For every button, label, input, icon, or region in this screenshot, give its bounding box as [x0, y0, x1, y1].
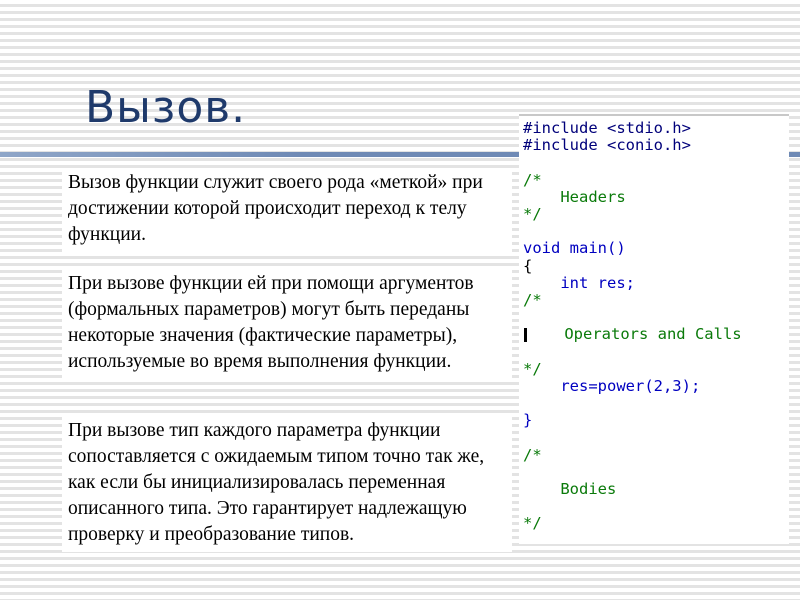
slide-title: Вызов. — [85, 82, 247, 133]
code-line-blank-3 — [523, 309, 789, 326]
paragraph-arguments: При вызове функции ей при помощи аргумен… — [68, 273, 474, 372]
code-line-brace-close: } — [523, 412, 789, 429]
text-box-type-check: При вызове тип каждого параметра функции… — [62, 416, 512, 552]
code-line-include-stdio: #include <stdio.h> — [523, 119, 789, 137]
code-comment-open-2: /* — [523, 290, 542, 309]
code-int-res: int res; — [523, 273, 635, 292]
code-comment-open-3: /* — [523, 445, 542, 464]
code-brace-close: } — [523, 411, 533, 430]
code-line-blank-1 — [523, 154, 789, 171]
code-line-comment-close-2: */ — [523, 359, 789, 378]
paragraph-call-label: Вызов функции служит своего рода «меткой… — [68, 172, 483, 245]
code-include-conio: #include <conio.h> — [523, 136, 691, 155]
code-res-power: res=power(2,3); — [523, 376, 701, 395]
code-headers: Headers — [523, 187, 626, 206]
code-line-comment-open-3: /* — [523, 445, 789, 464]
code-line-operators-calls: Operators and Calls — [523, 326, 789, 343]
text-box-call-label: Вызов функции служит своего рода «меткой… — [62, 168, 512, 252]
code-line-int-res: int res; — [523, 273, 789, 292]
code-comment-close-3: */ — [523, 514, 542, 533]
code-line-res-power: res=power(2,3); — [523, 376, 789, 395]
code-comment-close-2: */ — [523, 359, 542, 378]
code-line-bodies: Bodies — [523, 479, 789, 498]
code-line-comment-close-1: */ — [523, 204, 789, 223]
code-main-sig: void main() — [523, 239, 626, 258]
code-line-blank-8 — [523, 498, 789, 515]
code-line-comment-open-2: /* — [523, 290, 789, 309]
code-line-blank-5 — [523, 395, 789, 412]
code-line-blank-2 — [523, 223, 789, 240]
code-line-blank-4 — [523, 343, 789, 360]
code-line-headers: Headers — [523, 187, 789, 206]
paragraph-type-check: При вызове тип каждого параметра функции… — [68, 420, 485, 545]
code-line-blank-6 — [523, 429, 789, 446]
code-line-blank-7 — [523, 464, 789, 481]
text-box-arguments: При вызове функции ей при помощи аргумен… — [62, 269, 512, 379]
code-line-main-sig: void main() — [523, 240, 789, 257]
code-include-stdio: #include <stdio.h> — [523, 119, 691, 137]
code-brace-open: { — [523, 256, 533, 275]
code-line-include-conio: #include <conio.h> — [523, 137, 789, 154]
code-line-comment-open-1: /* — [523, 170, 789, 189]
code-comment-close-1: */ — [523, 204, 542, 223]
code-line-comment-close-3: */ — [523, 515, 789, 532]
code-bodies: Bodies — [523, 479, 617, 498]
code-comment-open-1: /* — [523, 170, 542, 189]
code-operators-calls: Operators and Calls — [527, 325, 742, 344]
code-panel: #include <stdio.h> #include <conio.h> /*… — [519, 114, 789, 544]
code-line-brace-open: { — [523, 256, 789, 275]
